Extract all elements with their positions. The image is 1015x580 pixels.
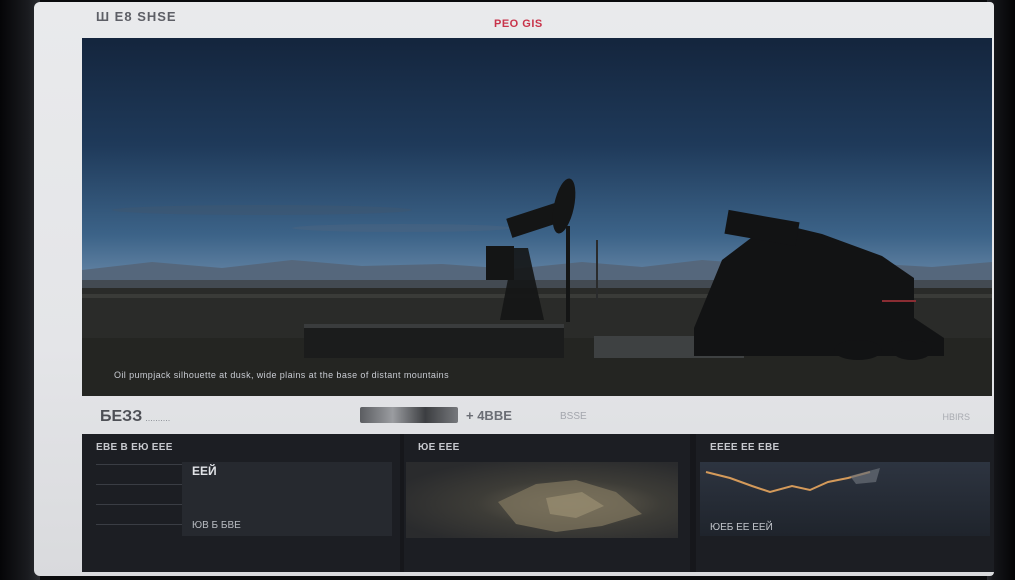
terrain-map-title: ЮЕ ЕЕЕ [418,442,460,453]
stats-row[interactable] [96,504,188,516]
info-strip: БЕЗЗ.......... + 4BBE BSSE HBIRS [82,402,992,430]
stats-footer: ЮВ Б БВЕ [192,520,241,531]
stats-row[interactable] [96,484,188,496]
chart-label[interactable]: + 4BBE [466,408,512,423]
hero-image: Oil pumpjack silhouette at dusk, wide pl… [82,38,992,396]
stats-panel[interactable]: ЕВЕ В ЕЮ ЕЕЕ ЕЕЙ ЮВ Б БВЕ [82,434,400,572]
price-value: БЕЗЗ.......... [100,408,170,426]
stats-big-value: ЕЕЙ [192,464,217,478]
stats-list [96,464,188,544]
route-map-title: ЕЕЕЕ ЕЕ ЕВЕ [710,442,780,453]
stats-row[interactable] [96,464,188,476]
terrain-shapes [498,480,642,532]
info-right-text[interactable]: HBIRS [942,412,970,422]
route-map-panel[interactable]: ЕЕЕЕ ЕЕ ЕВЕ ЮЕБ ЕЕ ЕЕЙ [696,434,994,572]
stats-panel-title: ЕВЕ В ЕЮ ЕЕЕ [96,442,173,453]
route-map-footer: ЮЕБ ЕЕ ЕЕЙ [710,522,773,533]
stats-row[interactable] [96,524,188,536]
price-unit: .......... [145,413,171,423]
terrain-map[interactable] [406,462,678,538]
site-logo[interactable]: Ш E8 SHSE [96,9,177,24]
oilfield-scene [82,178,992,396]
chart-sublabel: BSSE [560,411,587,422]
site-title[interactable]: PEO GIS [494,18,543,30]
thumbnail-strip[interactable] [360,407,458,423]
dashboard-panels: ЕВЕ В ЕЮ ЕЕЕ ЕЕЙ ЮВ Б БВЕ ЮЕ ЕЕЕ ЕЕЕЕ ЕЕ [82,434,994,572]
browser-page: Ш E8 SHSE PEO GIS Oil pumpjack silhouett… [34,2,994,576]
site-header: Ш E8 SHSE PEO GIS [34,2,994,38]
hero-caption: Oil pumpjack silhouette at dusk, wide pl… [114,370,449,380]
price-number: БЕЗЗ [100,408,143,425]
terrain-map-panel[interactable]: ЮЕ ЕЕЕ [404,434,690,572]
